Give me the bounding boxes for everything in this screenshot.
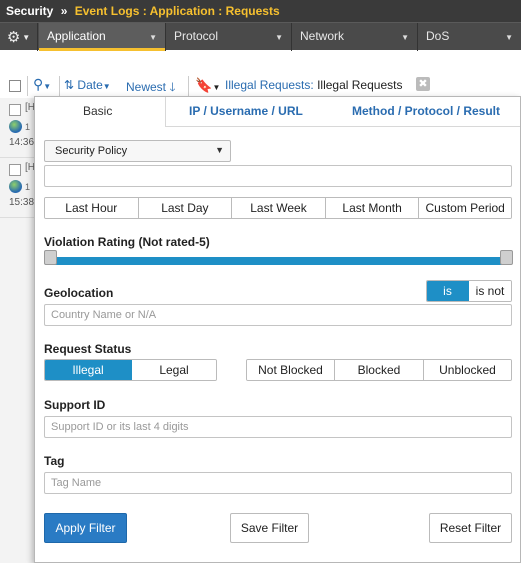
violation-rating-slider[interactable]: [45, 257, 508, 265]
nav-tab-dos[interactable]: DoS ▼: [418, 23, 521, 51]
blocking-not-blocked-option[interactable]: Not Blocked: [247, 360, 335, 380]
nav-tab-label: DoS: [426, 29, 450, 43]
row-checkbox[interactable]: [9, 164, 21, 176]
filter-panel: Basic IP / Username / URL Method / Proto…: [34, 96, 521, 563]
violation-rating-label: Violation Rating (Not rated-5): [44, 235, 210, 249]
log-toolbar: ⚲▼ ⇅ Date▼ Newest 🡓 🔖▼ Illegal Requests:…: [0, 74, 521, 98]
sort-date-label: Date: [77, 78, 103, 92]
tag-label: Tag: [44, 454, 65, 468]
filter-tabs: Basic IP / Username / URL Method / Proto…: [35, 97, 520, 127]
filter-chip-label: Illegal Requests:: [225, 78, 314, 92]
breadcrumb-page: Event Logs : Application : Requests: [74, 4, 280, 18]
security-policy-field[interactable]: [44, 165, 512, 187]
close-icon[interactable]: ✖: [416, 77, 430, 91]
gear-icon: ⚙: [6, 29, 21, 46]
chevron-down-icon: ▼: [212, 83, 221, 92]
bookmark-button[interactable]: 🔖▼: [195, 77, 220, 94]
settings-menu-button[interactable]: ⚙ ▼: [0, 23, 38, 51]
arrow-down-icon: 🡓: [169, 80, 176, 94]
globe-icon: [9, 120, 22, 133]
slider-max-handle[interactable]: [500, 250, 513, 265]
chevron-down-icon: ▼: [215, 145, 224, 155]
nav-tab-label: Application: [47, 29, 106, 43]
geolocation-label: Geolocation: [44, 286, 114, 300]
toolbar-divider: [188, 76, 189, 96]
chevron-down-icon: ▼: [22, 32, 31, 42]
select-all-checkbox[interactable]: [9, 80, 21, 92]
support-id-input[interactable]: Support ID or its last 4 digits: [44, 416, 512, 438]
chevron-down-icon: ▼: [275, 33, 283, 42]
legality-illegal-option[interactable]: Illegal: [45, 360, 132, 380]
security-policy-label: Security Policy: [55, 145, 128, 157]
legality-toggle: Illegal Legal: [44, 359, 217, 381]
breadcrumb-root[interactable]: Security: [6, 4, 53, 18]
chevron-down-icon: ▼: [102, 82, 111, 91]
geolocation-input[interactable]: Country Name or N/A: [44, 304, 512, 326]
row-geo: 1: [25, 122, 31, 132]
geolocation-operator-toggle: is is not: [426, 280, 512, 302]
time-range-selector: Last Hour Last Day Last Week Last Month …: [44, 197, 512, 219]
apply-filter-button[interactable]: Apply Filter: [44, 513, 127, 543]
main-nav: ⚙ ▼ Application ▼ Protocol ▼ Network ▼ Do…: [0, 22, 521, 51]
nav-tab-label: Network: [300, 29, 345, 43]
save-filter-button[interactable]: Save Filter: [230, 513, 309, 543]
chevron-down-icon: ▼: [505, 33, 513, 42]
globe-icon: [9, 180, 22, 193]
support-id-label: Support ID: [44, 398, 106, 412]
search-button[interactable]: ⚲▼: [33, 76, 51, 93]
breadcrumb-separator: »: [60, 4, 68, 18]
tab-ip-username-url[interactable]: IP / Username / URL: [189, 104, 303, 118]
row-geo: 1: [25, 182, 31, 192]
nav-tab-network[interactable]: Network ▼: [292, 23, 418, 51]
security-policy-select[interactable]: Security Policy ▼: [44, 140, 231, 162]
blocking-blocked-option[interactable]: Blocked: [335, 360, 424, 380]
filter-chip-value: Illegal Requests: [317, 78, 403, 92]
tab-basic[interactable]: Basic: [83, 104, 112, 118]
nav-tab-protocol[interactable]: Protocol ▼: [166, 23, 292, 51]
active-filter-chip[interactable]: Illegal Requests: Illegal Requests: [225, 78, 402, 92]
tab-method-protocol-result[interactable]: Method / Protocol / Result: [352, 104, 500, 118]
tag-input[interactable]: Tag Name: [44, 472, 512, 494]
nav-tab-label: Protocol: [174, 29, 219, 43]
time-range-last-month[interactable]: Last Month: [325, 198, 420, 218]
row-time: 14:36: [9, 137, 35, 148]
legality-legal-option[interactable]: Legal: [132, 360, 216, 380]
time-range-last-hour[interactable]: Last Hour: [45, 198, 139, 218]
chevron-down-icon: ▼: [149, 33, 157, 42]
row-time: 15:38: [9, 197, 35, 208]
time-range-custom-period[interactable]: Custom Period: [419, 198, 511, 218]
toolbar-divider: [27, 76, 28, 96]
blocking-toggle: Not Blocked Blocked Unblocked: [246, 359, 512, 381]
time-range-last-week[interactable]: Last Week: [232, 198, 326, 218]
nav-tab-application[interactable]: Application ▼: [39, 23, 166, 51]
time-range-last-day[interactable]: Last Day: [138, 198, 233, 218]
slider-min-handle[interactable]: [44, 250, 57, 265]
request-status-label: Request Status: [44, 342, 132, 356]
row-checkbox[interactable]: [9, 104, 21, 116]
geolocation-is-not-option[interactable]: is not: [469, 281, 511, 301]
geolocation-is-option[interactable]: is: [427, 281, 469, 301]
sort-icon: ⇅: [64, 78, 75, 92]
breadcrumb: Security » Event Logs : Application : Re…: [0, 0, 521, 22]
chevron-down-icon: ▼: [43, 82, 52, 91]
sort-order-label: Newest: [126, 80, 167, 94]
search-icon: ⚲: [33, 76, 44, 92]
chevron-down-icon: ▼: [401, 33, 409, 42]
sort-date-button[interactable]: ⇅ Date▼: [64, 78, 111, 92]
reset-filter-button[interactable]: Reset Filter: [429, 513, 512, 543]
bookmark-icon: 🔖: [195, 77, 213, 93]
toolbar-divider: [59, 76, 60, 96]
blocking-unblocked-option[interactable]: Unblocked: [424, 360, 511, 380]
